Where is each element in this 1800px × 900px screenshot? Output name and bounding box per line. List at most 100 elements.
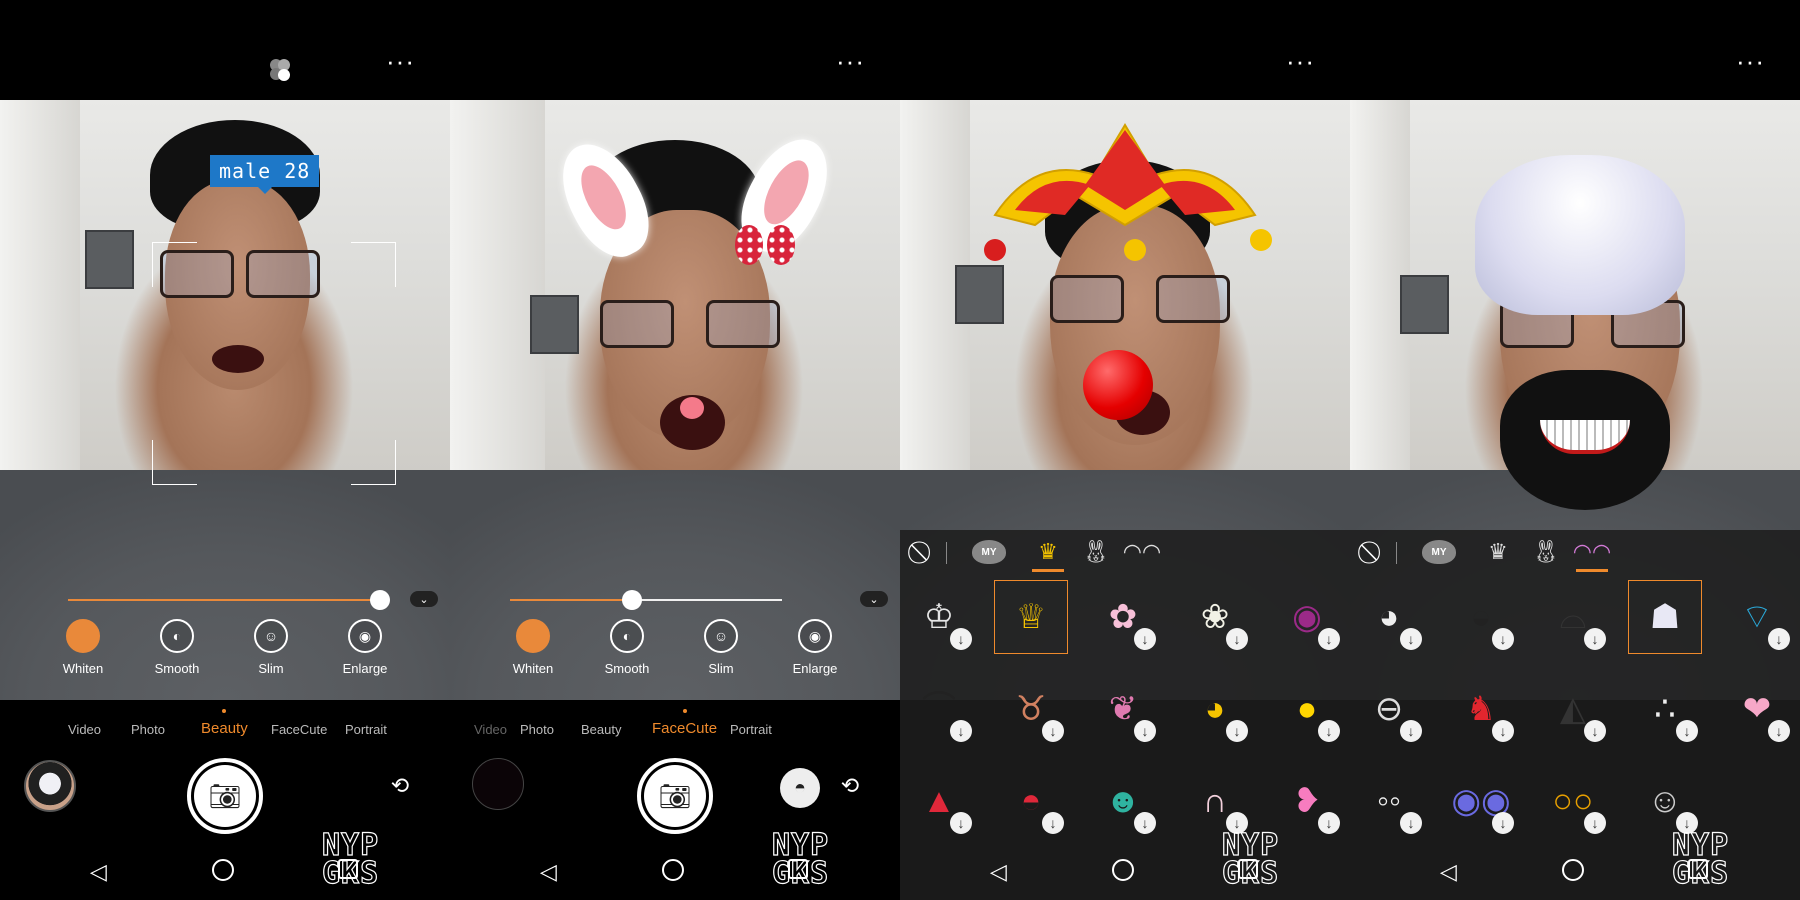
mode-facecute[interactable]: FaceCute <box>652 709 717 737</box>
no-sticker-button[interactable]: ⃠ <box>906 536 942 568</box>
mode-selector: Video Photo Beauty FaceCute Portrait <box>450 709 900 742</box>
category-my[interactable]: MY <box>972 540 1006 564</box>
more-options-button[interactable]: ··· <box>1736 48 1765 74</box>
cat-mask-icon: ⌓ <box>1559 598 1587 636</box>
bunny-icon[interactable]: 🐰︎ <box>1078 536 1114 568</box>
mode-beauty[interactable]: Beauty <box>201 709 248 737</box>
sticker-ghoul[interactable]: ☗ <box>1628 580 1702 654</box>
sticker-sunglasses[interactable]: ⊖ ↓ <box>1352 672 1426 746</box>
sticker-lace-mask[interactable]: ☺ ↓ <box>1628 764 1702 838</box>
more-options-button[interactable]: ··· <box>836 48 865 74</box>
nav-back-icon[interactable]: ◁ <box>90 859 107 885</box>
sticker-round-glasses[interactable]: ○○ ↓ <box>1536 764 1610 838</box>
sticker-jester[interactable]: ♕ <box>994 580 1068 654</box>
sticker-anime-eyes[interactable]: ◉◉ ↓ <box>1444 764 1518 838</box>
nav-home-icon[interactable] <box>1112 859 1134 881</box>
mask-icon[interactable]: ◠◠ <box>1573 536 1611 572</box>
sticker-headphones[interactable]: ∩ ↓ <box>1178 764 1252 838</box>
mode-video[interactable]: Video <box>474 722 507 737</box>
nav-home-icon[interactable] <box>1562 859 1584 881</box>
sticker-tiara[interactable]: ♔ ↓ <box>902 580 976 654</box>
filter-icon[interactable] <box>265 56 295 84</box>
tool-whiten-button[interactable]: ≡ Whiten <box>38 619 128 676</box>
red-cat-icon: ♞ <box>1465 690 1497 728</box>
tool-smooth-button[interactable]: ◐ Smooth <box>132 619 222 676</box>
sticker-chick[interactable]: ◕ ↓ <box>1178 672 1252 746</box>
sticker-ghost-mask[interactable]: ◕ ↓ <box>1352 580 1426 654</box>
more-options-button[interactable]: ··· <box>1286 48 1315 74</box>
collapse-panel-button[interactable]: ⌄ <box>410 591 438 607</box>
mode-portrait[interactable]: Portrait <box>345 722 387 737</box>
sticker-devil[interactable]: ◉ ↓ <box>1270 580 1344 654</box>
frame-corner <box>351 440 396 485</box>
sticker-apple-band[interactable]: ❦ ↓ <box>1086 672 1160 746</box>
mode-video[interactable]: Video <box>68 722 101 737</box>
beauty-slider[interactable] <box>68 590 390 610</box>
tool-enlarge-button[interactable]: ◉ Enlarge <box>770 619 860 676</box>
sticker-anime-hair[interactable]: ☻ ↓ <box>1086 764 1160 838</box>
sticker-duck[interactable]: ● ↓ <box>1270 672 1344 746</box>
download-icon: ↓ <box>1134 812 1156 834</box>
screens-strip: ··· male 28 ⌄ ≡ Whiten ◐ Smooth ☺ Slim ◉… <box>0 0 1800 900</box>
sticker-eyes[interactable]: ◦◦ ↓ <box>1352 764 1426 838</box>
download-icon: ↓ <box>1584 628 1606 650</box>
sticker-antlers[interactable]: ♉ ↓ <box>994 672 1068 746</box>
sticker-tears[interactable]: ∴ ↓ <box>1628 672 1702 746</box>
mask-icon[interactable]: ◠◠ <box>1123 536 1161 568</box>
crown-icon[interactable]: ♛ <box>1480 536 1516 568</box>
sticker-red-cap[interactable]: ◓ ↓ <box>994 764 1068 838</box>
beauty-slider[interactable] <box>510 590 782 610</box>
more-options-button[interactable]: ··· <box>386 48 415 74</box>
mode-portrait[interactable]: Portrait <box>730 722 772 737</box>
sticker-santa-hat[interactable]: ▲ ↓ <box>902 764 976 838</box>
sticker-panel-button[interactable]: ◓ <box>780 768 820 808</box>
crown-icon[interactable]: ♛ <box>1030 536 1066 572</box>
collapse-panel-button[interactable]: ⌄ <box>860 591 888 607</box>
sticker-pink-bunny[interactable]: ❤ ↓ <box>1720 672 1794 746</box>
sticker-cat-mask[interactable]: ⌓ ↓ <box>1536 580 1610 654</box>
gallery-thumbnail[interactable] <box>472 758 524 810</box>
slider-knob[interactable] <box>370 590 390 610</box>
enlarge-icon: ◉ <box>348 619 382 653</box>
category-my[interactable]: MY <box>1422 540 1456 564</box>
jester-hat <box>984 123 1272 261</box>
switch-camera-icon[interactable]: ⟲ <box>385 774 415 798</box>
switch-camera-icon[interactable]: ⟲ <box>835 774 865 798</box>
face-mask-icon: ◓ <box>793 776 807 799</box>
download-icon: ↓ <box>1318 812 1340 834</box>
mode-facecute[interactable]: FaceCute <box>271 722 327 737</box>
sticker-ninja-mask[interactable]: ◒ ↓ <box>1444 580 1518 654</box>
sticker-red-cat[interactable]: ♞ ↓ <box>1444 672 1518 746</box>
bunny-icon[interactable]: 🐰︎ <box>1528 536 1564 568</box>
nav-home-icon[interactable] <box>212 859 234 881</box>
chevron-down-icon: ⌄ <box>869 593 879 606</box>
tool-whiten-button[interactable]: ≡ Whiten <box>488 619 578 676</box>
tool-slim-button[interactable]: ☺ Slim <box>676 619 766 676</box>
sticker-bat-mask[interactable]: ◭ ↓ <box>1536 672 1610 746</box>
no-sticker-button[interactable]: ⃠ <box>1356 536 1392 568</box>
shutter-button[interactable]: 📷︎ <box>637 758 713 834</box>
sticker-flower[interactable]: ❀ ↓ <box>1178 580 1252 654</box>
mode-photo[interactable]: Photo <box>131 722 165 737</box>
nav-home-icon[interactable] <box>662 859 684 881</box>
watermark-logo: NYP GKS <box>321 828 380 891</box>
nav-back-icon[interactable]: ◁ <box>1440 859 1457 885</box>
tool-enlarge-button[interactable]: ◉ Enlarge <box>320 619 410 676</box>
nav-back-icon[interactable]: ◁ <box>990 859 1007 885</box>
round-glasses-icon: ○○ <box>1552 782 1594 820</box>
sticker-masquerade[interactable]: ⌔ ↓ <box>1720 580 1794 654</box>
gallery-thumbnail[interactable] <box>24 760 76 812</box>
sticker-cat-ears[interactable]: ⌒ ↓ <box>902 672 976 746</box>
shutter-button[interactable]: 📷︎ <box>187 758 263 834</box>
slider-knob[interactable] <box>622 590 643 610</box>
slider-fill <box>68 599 380 601</box>
mode-beauty[interactable]: Beauty <box>581 722 621 737</box>
sticker-pink-ears[interactable]: ❥ ↓ <box>1270 764 1344 838</box>
tool-smooth-button[interactable]: ◐ Smooth <box>582 619 672 676</box>
nav-back-icon[interactable]: ◁ <box>540 859 557 885</box>
sticker-unicorn[interactable]: ✿ ↓ <box>1086 580 1160 654</box>
mode-photo[interactable]: Photo <box>520 722 554 737</box>
tool-slim-button[interactable]: ☺ Slim <box>226 619 316 676</box>
tool-label: Whiten <box>62 661 104 676</box>
screen-stickers-crown: ··· ⃠ MY ♛ 🐰︎ <box>900 0 1350 900</box>
